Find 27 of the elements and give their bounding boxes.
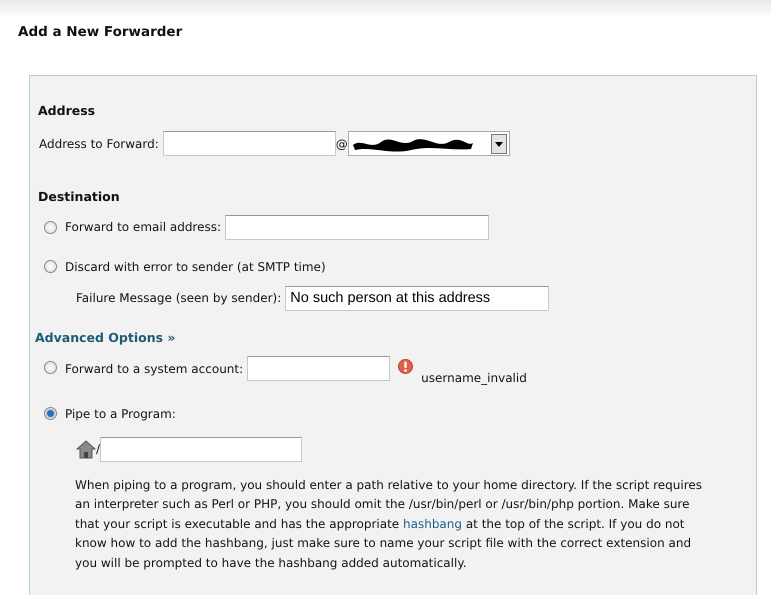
option-label: Discard with error to sender (at SMTP time) bbox=[65, 258, 326, 276]
field-label: Address to Forward: bbox=[39, 136, 159, 152]
option-label: Pipe to a Program: bbox=[65, 406, 176, 422]
field-label: Failure Message (seen by sender): bbox=[76, 290, 282, 308]
help-text: When piping to a program, you should enter a path relative to your home directory. If the script requires an interpreter such as Perl or PHP, you should omit the /usr/bin/perl or /usr/bin/php portion. Make sure that your script is executable and has the appropriate hashbang at the top of the script. If you do not know how to add the hashbang, just make sure to name your script file with the correct extension and you will be prompted to have the hashbang added automatically. bbox=[75, 476, 704, 572]
text-input[interactable] bbox=[225, 214, 490, 240]
error-icon bbox=[398, 358, 414, 374]
option-label: Forward to email address: bbox=[65, 219, 222, 236]
page-title: Add a New Forwarder bbox=[18, 23, 182, 42]
home-icon bbox=[76, 439, 96, 459]
radio-button[interactable] bbox=[44, 407, 57, 420]
advanced-options-link[interactable]: Advanced Options » bbox=[35, 330, 176, 345]
radio-button[interactable] bbox=[44, 220, 57, 234]
section-heading: Destination bbox=[38, 188, 120, 206]
option-label: Forward to a system account: bbox=[65, 360, 244, 378]
at-sign: @ bbox=[336, 136, 348, 152]
radio-button[interactable] bbox=[44, 260, 57, 274]
error-text: username_invalid bbox=[421, 370, 527, 386]
hashbang-link[interactable]: hashbang bbox=[403, 516, 462, 530]
section-heading: Address bbox=[38, 102, 96, 120]
radio-button[interactable] bbox=[44, 360, 57, 374]
program-path-input[interactable] bbox=[100, 436, 302, 462]
text-input[interactable] bbox=[247, 356, 390, 380]
failure-message-input[interactable]: No such person at this address bbox=[285, 286, 550, 311]
path-slash: / bbox=[96, 441, 100, 458]
address-input[interactable] bbox=[162, 131, 336, 156]
domain-select[interactable] bbox=[348, 131, 510, 156]
